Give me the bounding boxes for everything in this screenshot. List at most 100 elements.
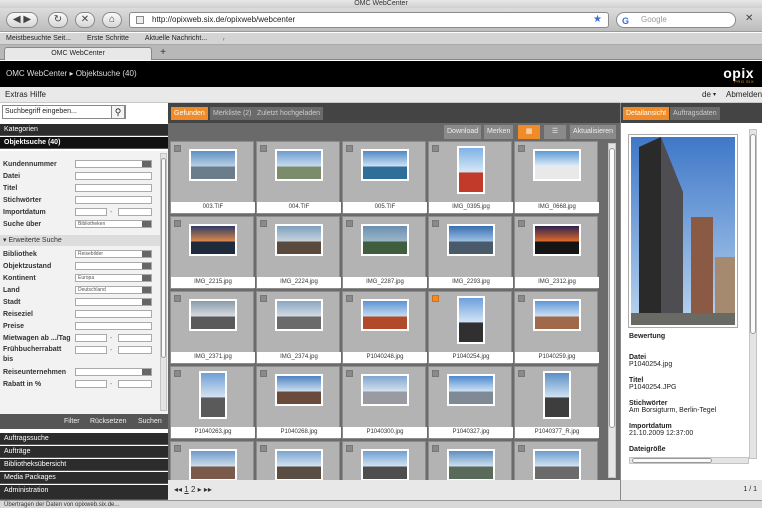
tab-auftragsdaten[interactable]: Auftragsdaten <box>670 107 720 120</box>
thumbnail-image[interactable] <box>189 299 237 331</box>
new-tab-icon[interactable]: + <box>156 47 170 59</box>
select-checkbox[interactable] <box>174 295 181 302</box>
select-checkbox[interactable] <box>518 370 525 377</box>
thumbnail-card[interactable] <box>170 441 254 480</box>
select-checkbox[interactable] <box>174 370 181 377</box>
page-next-last-icon[interactable]: ▸ ▸▸ <box>195 485 212 494</box>
thumbnail-image[interactable] <box>447 224 495 256</box>
thumbnail-card[interactable]: IMG_0395.jpg <box>428 141 513 214</box>
select-checkbox[interactable] <box>346 370 353 377</box>
reload-button[interactable]: ↻ <box>48 12 68 28</box>
select-checkbox[interactable] <box>260 370 267 377</box>
section-kategorien[interactable]: Kategorien <box>0 124 168 136</box>
thumbnail-image[interactable] <box>533 449 581 480</box>
detail-scroll-thumb[interactable] <box>750 134 756 334</box>
breadcrumb-root[interactable]: OMC WebCenter <box>6 69 67 78</box>
rss-icon[interactable]: ᵣ <box>223 35 225 42</box>
importdatum-to[interactable] <box>118 208 152 216</box>
titel-input[interactable] <box>75 184 152 192</box>
quick-search-input[interactable]: Suchbegriff eingeben... <box>2 105 126 119</box>
thumbnail-image[interactable] <box>189 224 237 256</box>
thumbnail-image[interactable] <box>275 299 323 331</box>
thumbnail-image[interactable] <box>361 299 409 331</box>
search-submit-button[interactable]: Suchen <box>138 416 162 427</box>
thumbnail-card[interactable] <box>256 441 340 480</box>
language-chevron-icon[interactable]: ▾ <box>713 87 716 103</box>
select-checkbox[interactable] <box>432 220 439 227</box>
thumbnail-image[interactable] <box>189 449 237 480</box>
bookmark-item[interactable]: Meistbesuchte Seit... <box>6 35 71 42</box>
select-checkbox[interactable] <box>346 145 353 152</box>
thumbnail-card[interactable]: IMG_2215.jpg <box>170 216 255 289</box>
datei-input[interactable] <box>75 172 152 180</box>
download-button[interactable]: Download <box>444 125 482 139</box>
objektzustand-select[interactable] <box>75 262 152 270</box>
detail-scrollbar[interactable] <box>749 129 757 459</box>
grid-view-icon[interactable]: ▦ <box>518 125 540 139</box>
select-checkbox[interactable] <box>174 220 181 227</box>
importdatum-from[interactable] <box>75 208 107 216</box>
select-checkbox[interactable] <box>518 295 525 302</box>
thumbnail-image[interactable] <box>447 449 495 480</box>
thumbnail-card[interactable]: IMG_0668.jpg <box>514 141 599 214</box>
thumbnail-image[interactable] <box>457 296 485 344</box>
thumbnail-card[interactable]: IMG_2374.jpg <box>256 291 341 364</box>
home-button[interactable]: ⌂ <box>102 12 122 28</box>
fruehbucherrabatt-from[interactable] <box>75 346 107 354</box>
tab-gefunden[interactable]: Gefunden <box>171 107 208 120</box>
merken-button[interactable]: Merken <box>484 125 514 139</box>
filter-button[interactable]: Filter <box>64 416 80 427</box>
tab-zuletzt-hochgeladen[interactable]: Zuletzt hochgeladen <box>254 107 324 120</box>
thumbnail-card[interactable]: IMG_2293.jpg <box>428 216 513 289</box>
bookmark-item[interactable]: Erste Schritte <box>87 35 129 42</box>
bookmark-star-icon[interactable]: ★ <box>593 13 602 27</box>
select-checkbox[interactable] <box>346 445 353 452</box>
stop-button[interactable]: ✕ <box>75 12 95 28</box>
close-window-icon[interactable]: ✕ <box>745 13 753 24</box>
select-checkbox[interactable] <box>346 220 353 227</box>
page-first-prev-icon[interactable]: ◂◂ <box>174 485 184 494</box>
reiseziel-input[interactable] <box>75 310 152 318</box>
section-auftraege[interactable]: Aufträge <box>0 446 168 458</box>
select-checkbox[interactable] <box>260 145 267 152</box>
select-checkbox[interactable] <box>432 145 439 152</box>
browser-search-input[interactable]: G Google <box>616 12 736 28</box>
rabatt-to[interactable] <box>118 380 152 388</box>
tab-detailansicht[interactable]: Detailansicht <box>623 107 670 120</box>
thumbnail-card[interactable]: P1040254.jpg <box>428 291 513 364</box>
thumbnail-card[interactable] <box>428 441 512 480</box>
thumbnail-card[interactable]: IMG_2371.jpg <box>170 291 255 364</box>
thumbnail-card[interactable]: 003.TIF <box>170 141 255 214</box>
list-view-icon[interactable]: ☰ <box>544 125 566 139</box>
thumbnail-image[interactable] <box>275 449 323 480</box>
tab-merkliste[interactable]: Merkliste (2) <box>210 107 255 120</box>
forward-icon[interactable]: ▶ <box>23 14 31 25</box>
select-checkbox[interactable] <box>346 295 353 302</box>
rabatt-from[interactable] <box>75 380 107 388</box>
browser-tab[interactable]: OMC WebCenter <box>4 47 152 60</box>
thumbnail-card[interactable]: IMG_2287.jpg <box>342 216 427 289</box>
thumbnail-image[interactable] <box>361 149 409 181</box>
extended-search-toggle[interactable]: ▾ Erweiterte Suche <box>0 235 160 246</box>
quick-search-button[interactable]: ⚲ <box>111 105 125 119</box>
url-bar[interactable]: http://opixweb.six.de/opixweb/webcenter … <box>129 12 609 28</box>
preise-input[interactable] <box>75 322 152 330</box>
thumbnail-card[interactable]: P1040300.jpg <box>342 366 427 439</box>
stadt-select[interactable] <box>75 298 152 306</box>
select-checkbox[interactable] <box>260 295 267 302</box>
results-scrollbar[interactable] <box>608 143 616 478</box>
thumbnail-image[interactable] <box>361 224 409 256</box>
thumbnail-card[interactable]: P1040327.jpg <box>428 366 513 439</box>
thumbnail-card[interactable]: P1040377_R.jpg <box>514 366 599 439</box>
reset-button[interactable]: Rücksetzen <box>90 416 127 427</box>
select-checkbox[interactable] <box>174 145 181 152</box>
logout-link[interactable]: Abmelden <box>726 87 762 103</box>
thumbnail-image[interactable] <box>275 224 323 256</box>
language-select[interactable]: de <box>702 87 711 103</box>
thumbnail-card[interactable]: P1040263.jpg <box>170 366 255 439</box>
thumbnail-card[interactable]: 005.TIF <box>342 141 427 214</box>
mietwagen-from[interactable] <box>75 334 107 342</box>
form-scrollbar[interactable] <box>160 153 167 411</box>
thumbnail-image[interactable] <box>447 374 495 406</box>
back-forward-buttons[interactable]: ◀ ▶ <box>6 12 38 28</box>
